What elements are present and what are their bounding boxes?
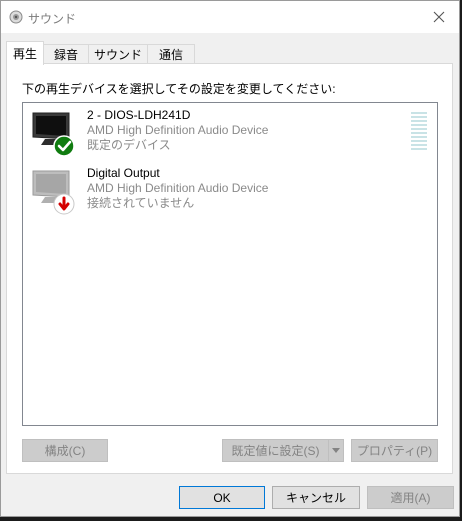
monitor-default-icon	[32, 112, 75, 157]
tab-recording[interactable]: 録音	[43, 44, 89, 63]
close-button[interactable]	[419, 1, 459, 33]
device-text: 2 - DIOS-LDH241D AMD High Definition Aud…	[87, 108, 268, 153]
speaker-app-icon	[9, 10, 23, 24]
chevron-down-icon	[332, 448, 340, 453]
device-driver: AMD High Definition Audio Device	[87, 123, 269, 137]
properties-button[interactable]: プロパティ(P)	[351, 439, 438, 462]
device-status: 既定のデバイス	[87, 138, 171, 152]
device-item-dios[interactable]: 2 - DIOS-LDH241D AMD High Definition Aud…	[23, 103, 437, 161]
device-driver: AMD High Definition Audio Device	[87, 181, 269, 195]
apply-button[interactable]: 適用(A)	[367, 486, 454, 509]
configure-button[interactable]: 構成(C)	[22, 439, 108, 462]
set-default-button[interactable]: 既定値に設定(S)	[222, 439, 329, 462]
set-default-dropdown[interactable]	[328, 439, 344, 462]
volume-meter	[411, 112, 427, 152]
instruction-text: 下の再生デバイスを選択してその設定を変更してください:	[22, 82, 336, 96]
device-name: 2 - DIOS-LDH241D	[87, 108, 191, 122]
cancel-button[interactable]: キャンセル	[272, 486, 360, 509]
tab-communications[interactable]: 通信	[147, 44, 195, 63]
device-item-digital-output[interactable]: Digital Output AMD High Definition Audio…	[23, 161, 437, 219]
device-text: Digital Output AMD High Definition Audio…	[87, 166, 268, 211]
device-status: 接続されていません	[87, 196, 195, 210]
tab-playback[interactable]: 再生	[6, 41, 44, 65]
close-icon	[433, 11, 445, 23]
device-name: Digital Output	[87, 166, 160, 180]
device-list[interactable]: 2 - DIOS-LDH241D AMD High Definition Aud…	[22, 102, 438, 426]
monitor-disconnected-icon	[32, 170, 75, 215]
check-icon	[53, 135, 75, 157]
title-bar: サウンド	[1, 1, 459, 33]
sound-dialog: サウンド 再生 録音 サウンド 通信 下の再生デバイスを選択してその設定を変更し…	[0, 0, 460, 517]
ok-button[interactable]: OK	[179, 486, 265, 509]
window-title: サウンド	[28, 12, 77, 26]
tab-sounds[interactable]: サウンド	[88, 44, 148, 63]
playback-panel: 下の再生デバイスを選択してその設定を変更してください: 2 - DIOS-LDH…	[6, 63, 453, 474]
